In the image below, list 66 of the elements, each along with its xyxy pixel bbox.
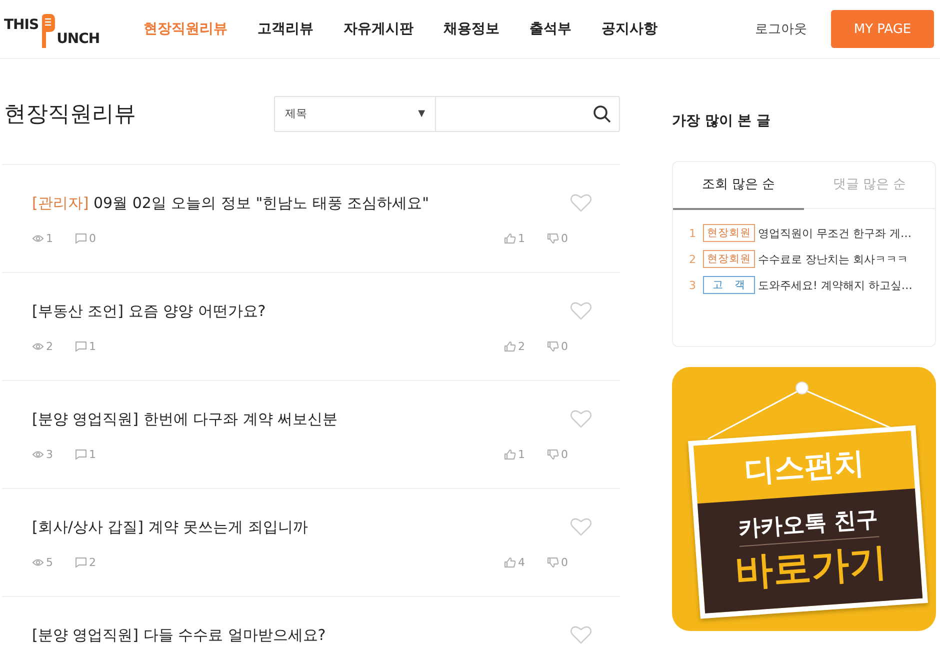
eye-icon — [32, 233, 44, 244]
nav-link[interactable]: 고객리뷰 — [258, 20, 314, 38]
eye-icon — [32, 341, 44, 352]
count: 0 — [89, 232, 96, 245]
count: 3 — [46, 448, 53, 461]
thumbs-up-icon — [504, 233, 516, 244]
tab[interactable]: 조회 많은 순 — [673, 162, 804, 210]
count: 4 — [518, 556, 525, 569]
nav-link[interactable]: 자유게시판 — [344, 20, 414, 38]
heart-icon — [570, 625, 592, 645]
speech-bubble-icon — [75, 233, 87, 244]
logo-text: UNCH — [56, 31, 100, 47]
rank-number: 1 — [689, 226, 697, 240]
speech-bubble-icon — [75, 341, 87, 352]
post-link[interactable]: 도와주세요! 계약해지 하고싶… — [758, 278, 912, 292]
post-link[interactable]: 영업직원이 무조건 한구좌 게… — [758, 226, 912, 240]
heart-icon — [570, 301, 592, 321]
count: 0 — [561, 340, 568, 353]
thumbs-down-icon — [547, 557, 559, 568]
post-title[interactable]: [분양 영업직원] 한번에 다구좌 계약 써보신분 — [32, 410, 590, 428]
nav-link[interactable]: 공지사항 — [602, 20, 658, 38]
count: 1 — [46, 232, 53, 245]
count: 0 — [561, 448, 568, 461]
page-title: 현장직원리뷰 — [4, 100, 136, 128]
nav-link[interactable]: 출석부 — [530, 20, 572, 38]
post-title[interactable]: [분양 영업직원] 다들 수수료 얼마받으세요? — [32, 626, 590, 644]
section-title: 가장 많이 본 글 — [672, 112, 772, 131]
post-title[interactable]: [부동산 조언] 요즘 양양 어떤가요? — [32, 302, 590, 320]
member-tag: 고 객 — [703, 276, 755, 294]
heart-icon — [570, 517, 592, 537]
count: 0 — [561, 232, 568, 245]
count: 2 — [518, 340, 525, 353]
banner-text: 카카오톡 친구 — [737, 504, 880, 547]
logo-text: THIS — [4, 17, 39, 33]
count: 1 — [518, 448, 525, 461]
post-title[interactable]: [관리자] 09월 02일 오늘의 정보 "힌남노 태풍 조심하세요" — [32, 194, 590, 212]
count: 1 — [89, 340, 96, 353]
member-tag: 현장회원 — [703, 250, 755, 268]
thumbs-down-icon — [547, 233, 559, 244]
rank-number: 3 — [689, 278, 697, 292]
post-title[interactable]: [회사/상사 갑질] 계약 못쓰는게 죄입니까 — [32, 518, 590, 536]
kakao-banner[interactable]: 디스펀치 카카오톡 친구 바로가기 — [672, 367, 936, 631]
speech-bubble-icon — [75, 449, 87, 460]
speech-bubble-icon — [75, 557, 87, 568]
eye-icon — [32, 449, 44, 460]
thumbs-down-icon — [547, 341, 559, 352]
rank-number: 2 — [689, 252, 697, 266]
thumbs-up-icon — [504, 341, 516, 352]
eye-icon — [32, 557, 44, 568]
post-link[interactable]: 수수료로 장난치는 회사ㅋㅋㅋ — [758, 252, 908, 266]
count: 1 — [89, 448, 96, 461]
count: 2 — [89, 556, 96, 569]
count: 1 — [518, 232, 525, 245]
count: 0 — [561, 556, 568, 569]
count: 5 — [46, 556, 53, 569]
logout-link[interactable]: 로그아웃 — [755, 20, 807, 38]
thumbs-up-icon — [504, 557, 516, 568]
thumbs-up-icon — [504, 449, 516, 460]
nav-link[interactable]: 채용정보 — [444, 20, 500, 38]
fist-logo-icon — [40, 13, 56, 49]
banner-text: 디스펀치 — [742, 444, 866, 491]
heart-icon — [570, 193, 592, 213]
member-tag: 현장회원 — [703, 224, 755, 242]
count: 2 — [46, 340, 53, 353]
heart-icon — [570, 409, 592, 429]
thumbs-down-icon — [547, 449, 559, 460]
